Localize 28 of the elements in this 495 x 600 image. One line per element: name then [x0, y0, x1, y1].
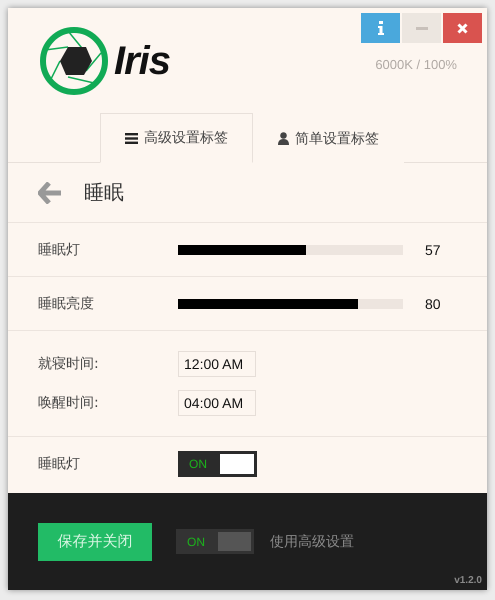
- time-label: 唤醒时间:: [38, 394, 100, 412]
- info-icon: [378, 21, 384, 35]
- time-field[interactable]: 12:00 AM: [178, 351, 256, 377]
- close-button[interactable]: [443, 13, 482, 43]
- minimize-icon: [416, 26, 428, 30]
- color-status-text: 6000K / 100%: [375, 57, 457, 72]
- time-field[interactable]: 04:00 AM: [178, 390, 256, 416]
- toggle-label: 使用高级设置: [270, 532, 354, 550]
- close-icon: [457, 22, 468, 34]
- info-button[interactable]: [361, 13, 400, 43]
- toggle-label: 睡眠灯: [38, 455, 81, 473]
- slider-track[interactable]: [178, 298, 403, 308]
- slider-value: 57: [425, 242, 441, 258]
- version-text: v1.2.0: [454, 575, 482, 586]
- time-label: 就寝时间:: [38, 355, 100, 373]
- app-logo-text: Iris: [114, 38, 170, 84]
- slider-label: 睡眠灯: [38, 240, 81, 258]
- slider-track[interactable]: [178, 244, 403, 254]
- toggle-switch[interactable]: ON: [176, 529, 254, 554]
- toggle-switch[interactable]: ON: [178, 451, 257, 477]
- slider-value: 80: [425, 296, 441, 312]
- aperture-logo-icon: [38, 25, 110, 97]
- user-icon: [278, 132, 289, 145]
- slider-label: 睡眠亮度: [38, 294, 95, 312]
- section-title: 睡眠: [84, 179, 124, 206]
- settings-tab[interactable]: 高级设置标签: [100, 113, 253, 163]
- menu-icon: [125, 132, 138, 144]
- back-arrow-icon[interactable]: [38, 182, 62, 204]
